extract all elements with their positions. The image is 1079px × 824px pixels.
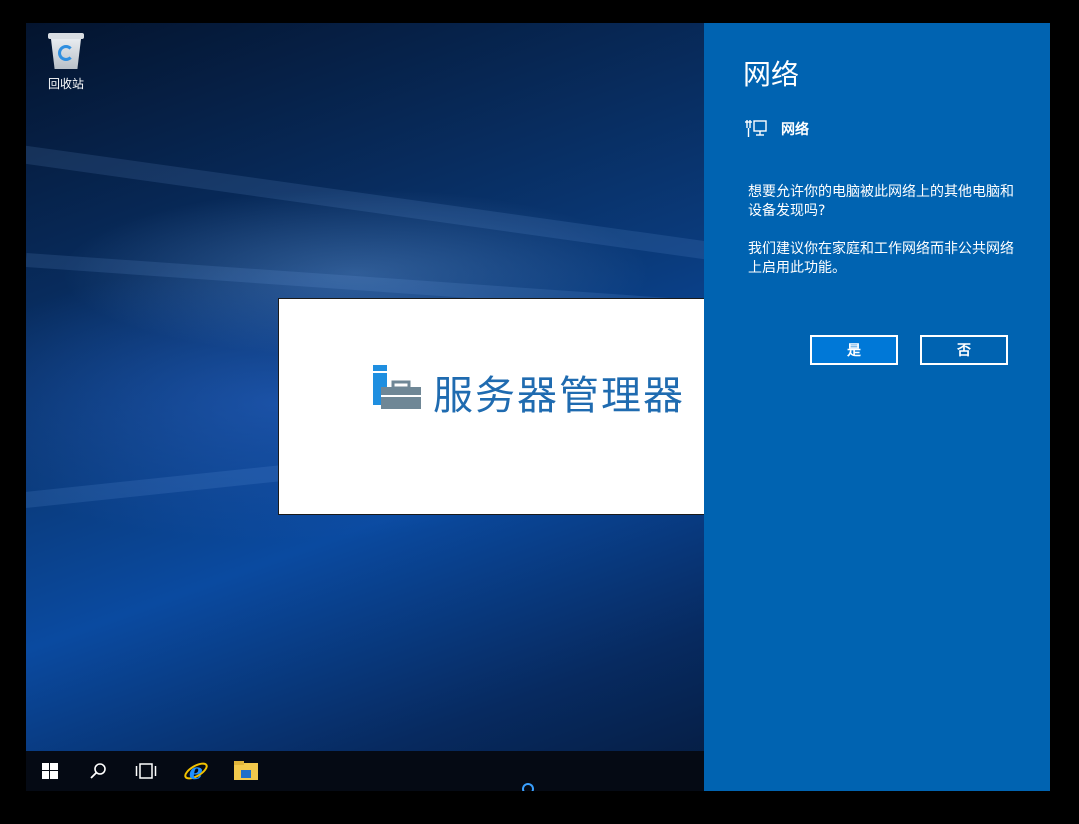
- search-icon: [90, 763, 106, 779]
- internet-explorer-button[interactable]: e: [172, 751, 220, 791]
- wallpaper-beam: [26, 143, 760, 267]
- network-name: 网络: [781, 122, 809, 138]
- file-explorer-button[interactable]: [222, 751, 270, 791]
- recycle-bin-icon: [48, 31, 84, 71]
- no-button[interactable]: 否: [920, 335, 1008, 365]
- network-item: 网络: [745, 119, 809, 139]
- file-explorer-icon: [234, 761, 258, 780]
- desktop: 回收站 服务器管理器 e 网络 网络 想要允许你的电脑被此网络上的其他电脑和设备…: [26, 23, 1050, 791]
- server-manager-icon: [373, 365, 421, 409]
- task-view-icon: [135, 763, 157, 779]
- network-flyout: 网络 网络 想要允许你的电脑被此网络上的其他电脑和设备发现吗? 我们建议你在家庭…: [704, 23, 1050, 791]
- svg-text:e: e: [189, 759, 203, 784]
- flyout-title: 网络: [743, 58, 800, 91]
- server-manager-splash: 服务器管理器: [278, 298, 708, 515]
- recycle-bin-label: 回收站: [47, 77, 84, 91]
- task-view-button[interactable]: [122, 751, 170, 791]
- taskbar: e: [26, 751, 704, 791]
- splash-title: 服务器管理器: [433, 373, 685, 419]
- discovery-question: 想要允许你的电脑被此网络上的其他电脑和设备发现吗?: [748, 184, 1014, 219]
- ethernet-icon: [745, 120, 767, 137]
- windows-start-icon: [42, 763, 58, 779]
- internet-explorer-icon: e: [184, 759, 208, 784]
- discovery-recommendation: 我们建议你在家庭和工作网络而非公共网络上启用此功能。: [748, 241, 1014, 276]
- start-button[interactable]: [26, 751, 74, 791]
- yes-button[interactable]: 是: [810, 335, 898, 365]
- recycle-bin-shortcut[interactable]: 回收站: [36, 31, 96, 92]
- search-button[interactable]: [74, 751, 122, 791]
- loading-spinner-icon: [522, 783, 534, 791]
